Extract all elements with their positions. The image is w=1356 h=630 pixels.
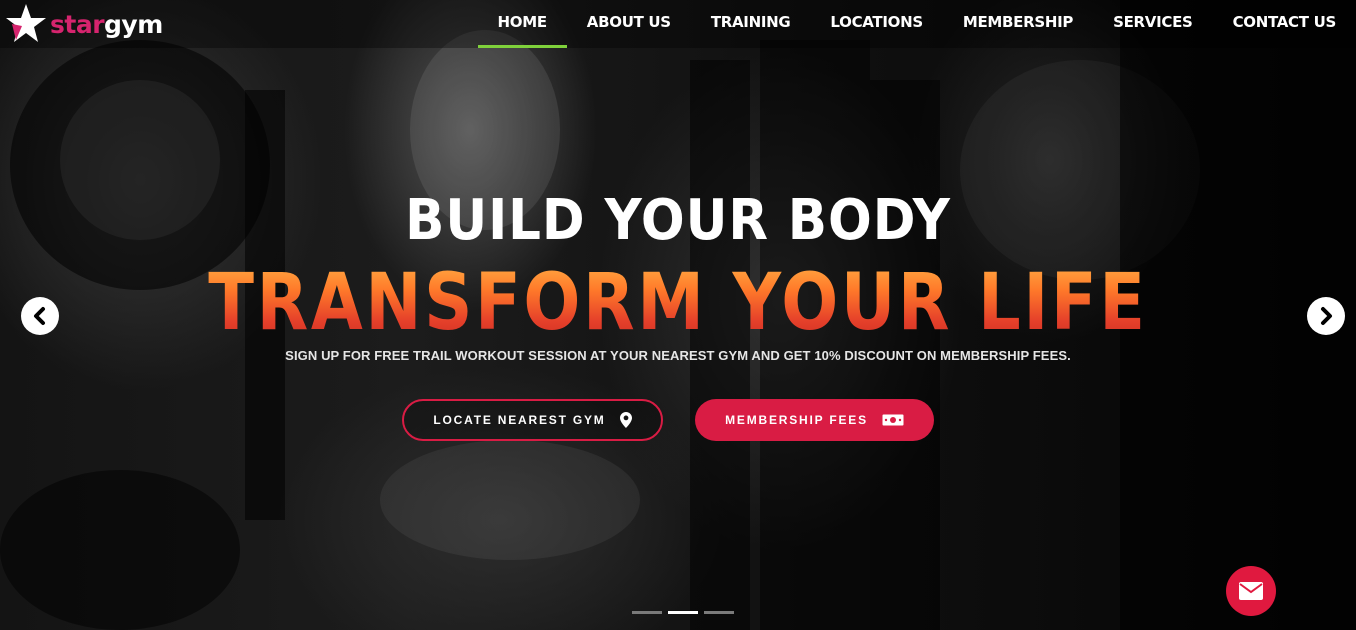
chevron-left-icon bbox=[34, 307, 45, 325]
hero-description: SIGN UP FOR FREE TRAIL WORKOUT SESSION A… bbox=[285, 348, 1071, 363]
hero-subheadline: TRANSFORM YOUR LIFE bbox=[95, 258, 1261, 348]
logo-text-gym: gym bbox=[104, 9, 163, 39]
hero-headline: BUILD YOUR BODY bbox=[405, 188, 951, 253]
main-nav: HOME ABOUT US TRAINING LOCATIONS MEMBERS… bbox=[477, 0, 1356, 48]
fees-button-label: MEMBERSHIP FEES bbox=[725, 413, 868, 427]
logo-text-star: star bbox=[50, 9, 105, 39]
star-icon bbox=[6, 4, 46, 42]
money-bill-icon bbox=[882, 414, 904, 426]
contact-mail-button[interactable] bbox=[1226, 566, 1276, 616]
carousel-indicator-1[interactable] bbox=[632, 611, 662, 614]
site-logo[interactable]: stargym bbox=[2, 2, 163, 46]
nav-item-membership[interactable]: MEMBERSHIP bbox=[943, 0, 1093, 48]
map-marker-icon bbox=[619, 412, 632, 428]
carousel-indicators bbox=[632, 611, 734, 614]
locate-nearest-gym-button[interactable]: LOCATE NEAREST GYM bbox=[402, 399, 663, 441]
carousel-indicator-2[interactable] bbox=[668, 611, 698, 614]
membership-fees-button[interactable]: MEMBERSHIP FEES bbox=[695, 399, 934, 441]
locate-button-label: LOCATE NEAREST GYM bbox=[433, 413, 606, 427]
nav-item-about-us[interactable]: ABOUT US bbox=[567, 0, 691, 48]
carousel-next-button[interactable] bbox=[1307, 297, 1345, 335]
carousel-indicator-3[interactable] bbox=[704, 611, 734, 614]
chevron-right-icon bbox=[1321, 307, 1332, 325]
nav-item-training[interactable]: TRAINING bbox=[691, 0, 811, 48]
nav-item-locations[interactable]: LOCATIONS bbox=[810, 0, 942, 48]
nav-item-contact-us[interactable]: CONTACT US bbox=[1213, 0, 1356, 48]
nav-item-services[interactable]: SERVICES bbox=[1093, 0, 1212, 48]
envelope-icon bbox=[1239, 582, 1263, 600]
carousel-prev-button[interactable] bbox=[21, 297, 59, 335]
nav-item-home[interactable]: HOME bbox=[477, 0, 568, 48]
